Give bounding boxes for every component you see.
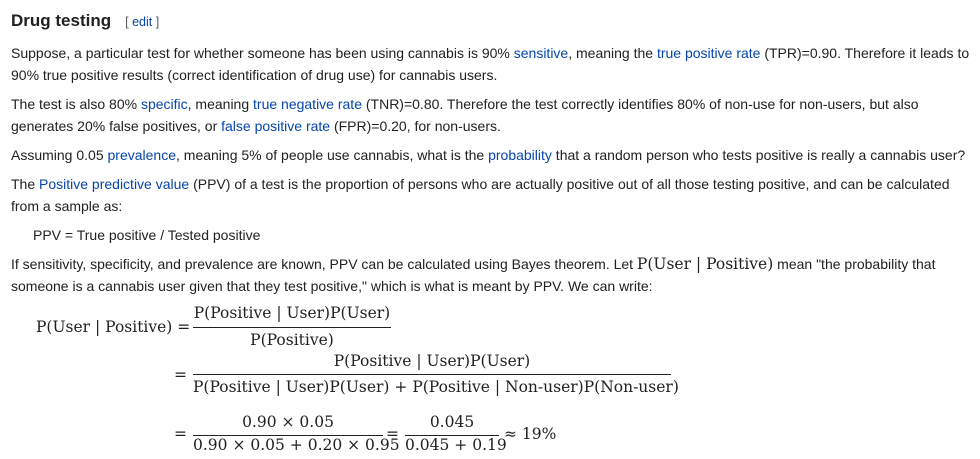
ppv-formula: PPV = True positive / Tested positive: [33, 227, 261, 243]
link-sensitive[interactable]: sensitive: [514, 45, 568, 61]
text: The: [11, 176, 40, 192]
equals-sign-2: =: [174, 366, 187, 384]
link-specific[interactable]: specific: [141, 96, 188, 112]
fraction-3-numerator: 0.90 × 0.05: [242, 413, 334, 431]
fraction-1-denominator: P(Positive): [250, 331, 334, 349]
text: (FPR)=0.20, for non-users.: [330, 118, 501, 134]
paragraph-specificity: The test is also 80% specific, meaning t…: [11, 93, 971, 137]
edit-link[interactable]: edit: [132, 15, 152, 29]
link-true-negative-rate[interactable]: true negative rate: [253, 96, 362, 112]
text: , meaning: [187, 96, 254, 112]
fraction-4-denominator: 0.045 + 0.19: [405, 436, 507, 454]
fraction-4-numerator: 0.045: [429, 413, 475, 431]
link-positive-predictive-value[interactable]: Positive predictive value: [39, 176, 189, 192]
fraction-2-denominator: P(Positive | User)P(User) + P(Positive |…: [193, 378, 679, 396]
text: that a random person who tests positive …: [551, 147, 966, 163]
text: , meaning the: [568, 45, 657, 61]
text: Assuming 0.05: [11, 147, 108, 163]
edit-section: [ edit ]: [125, 11, 159, 33]
fraction-2-numerator: P(Positive | User)P(User): [333, 352, 531, 370]
equation-lhs: P(User | Positive) =: [36, 318, 191, 336]
equals-sign-4: =: [386, 425, 399, 443]
paragraph-ppv: The Positive predictive value (PPV) of a…: [11, 173, 971, 217]
inline-math: P(User | Positive): [636, 255, 774, 273]
link-prevalence[interactable]: prevalence: [108, 147, 177, 163]
fraction-1-bar: [193, 327, 391, 328]
link-true-positive-rate[interactable]: true positive rate: [657, 45, 761, 61]
fraction-1-numerator: P(Positive | User)P(User): [193, 304, 391, 322]
link-probability[interactable]: probability: [488, 147, 552, 163]
equals-sign-3: =: [174, 425, 187, 443]
edit-bracket-close: ]: [152, 15, 160, 29]
text: The test is also 80%: [11, 96, 141, 112]
fraction-2-bar: [193, 374, 671, 375]
fraction-3-denominator: 0.90 × 0.05 + 0.20 × 0.95: [193, 436, 400, 454]
link-false-positive-rate[interactable]: false positive rate: [221, 118, 330, 134]
text: If sensitivity, specificity, and prevale…: [11, 256, 637, 272]
paragraph-sensitivity: Suppose, a particular test for whether s…: [11, 42, 971, 86]
section-title: Drug testing: [11, 11, 112, 30]
text: , meaning 5% of people use cannabis, wha…: [176, 147, 489, 163]
section-heading: Drug testing [ edit ]: [11, 9, 159, 33]
equation-result: ≈ 19%: [504, 425, 557, 443]
paragraph-prevalence: Assuming 0.05 prevalence, meaning 5% of …: [11, 144, 971, 166]
text: Suppose, a particular test for whether s…: [11, 45, 514, 61]
paragraph-bayes: If sensitivity, specificity, and prevale…: [11, 253, 971, 297]
